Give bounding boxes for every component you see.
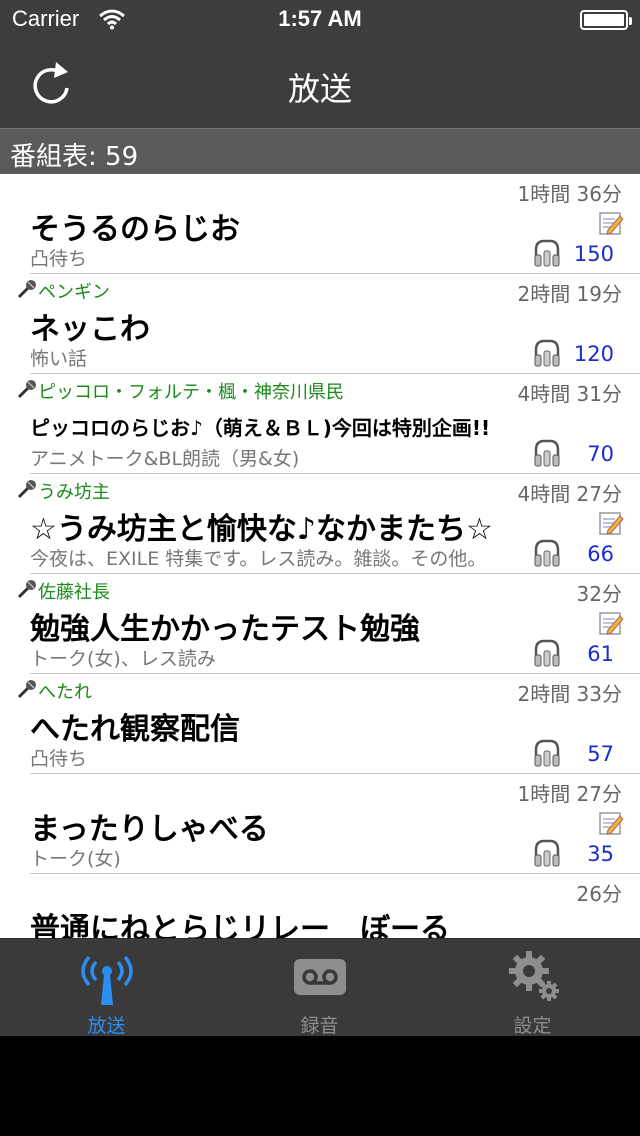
microphone-icon	[16, 478, 38, 500]
program-title: へたれ観察配信	[30, 712, 240, 747]
program-genre: トーク(女)、レス読み	[30, 648, 216, 670]
tab-bar: 放送 録音 設定	[0, 938, 640, 1037]
memo-icon	[598, 510, 624, 536]
tab-broadcast[interactable]: 放送	[0, 939, 213, 1037]
memo-icon	[598, 610, 624, 636]
memo-icon	[598, 310, 624, 336]
program-genre: 凸待ち	[30, 248, 88, 270]
program-row[interactable]: 1時間 36分 そうるのらじお 凸待ち 150	[0, 174, 640, 274]
listener-count: 150	[573, 242, 614, 266]
headphones-icon	[532, 338, 562, 368]
program-row[interactable]: 1時間 27分 まったりしゃべる トーク(女) 35	[0, 774, 640, 874]
tab-label: 録音	[300, 1015, 339, 1037]
listener-count: 57	[587, 742, 614, 766]
battery-icon	[580, 10, 632, 30]
broadcaster-name: ピッコロ・フォルテ・楓・神奈川県民	[38, 382, 344, 403]
section-header: 番組表: 59	[0, 128, 640, 174]
listener-count: 70	[587, 442, 614, 466]
duration-label: 2時間 33分	[517, 682, 622, 706]
program-row[interactable]: 26分 普通にねとらじリレー ぼーる	[0, 874, 640, 938]
microphone-icon	[16, 178, 38, 200]
tab-recording[interactable]: 録音	[213, 939, 426, 1037]
program-row[interactable]: へたれ 2時間 33分 へたれ観察配信 凸待ち 57	[0, 674, 640, 774]
home-area	[0, 1036, 640, 1136]
program-genre: 今夜は、EXILE 特集です。レス読み。雑談。その他。	[30, 548, 487, 570]
duration-label: 4時間 27分	[517, 482, 622, 506]
memo-icon	[598, 810, 624, 836]
duration-label: 32分	[576, 582, 622, 606]
headphones-icon	[532, 738, 562, 768]
program-genre: トーク(女)	[30, 848, 121, 870]
program-genre: 凸待ち	[30, 748, 88, 770]
headphones-icon	[532, 538, 562, 568]
microphone-icon	[16, 578, 38, 600]
broadcaster-name: うみ坊主	[38, 482, 110, 503]
tab-label: 放送	[87, 1015, 126, 1037]
microphone-icon	[16, 278, 38, 300]
clock: 1:57 AM	[278, 6, 362, 31]
status-bar: Carrier 1:57 AM	[0, 0, 640, 40]
microphone-icon	[16, 778, 38, 800]
memo-icon	[598, 210, 624, 236]
program-row[interactable]: うみ坊主 4時間 27分 ☆うみ坊主と愉快な♪なかまたち☆ 今夜は、EXILE …	[0, 474, 640, 574]
listener-count: 61	[587, 642, 614, 666]
broadcaster-name: へたれ	[38, 682, 92, 703]
microphone-icon	[16, 878, 38, 900]
program-title: ピッコロのらじお♪（萌え＆ＢＬ)今回は特別企画!!	[30, 416, 491, 440]
program-genre: 怖い話	[30, 348, 88, 370]
program-title: そうるのらじお	[30, 212, 240, 247]
microphone-icon	[16, 378, 38, 400]
microphone-icon	[16, 678, 38, 700]
headphones-icon	[532, 838, 562, 868]
page-title: 放送	[287, 70, 352, 108]
listener-count: 120	[573, 342, 614, 366]
program-title: 勉強人生かかったテスト勉強	[30, 612, 420, 647]
listener-count: 66	[587, 542, 614, 566]
gear-icon	[508, 951, 559, 1001]
program-title: ☆うみ坊主と愉快な♪なかまたち☆	[30, 512, 493, 547]
voicemail-icon	[293, 959, 346, 995]
broadcast-icon	[80, 955, 133, 1005]
memo-icon	[598, 410, 624, 436]
memo-icon	[598, 910, 624, 936]
program-row[interactable]: 佐藤社長 32分 勉強人生かかったテスト勉強 トーク(女)、レス読み 61	[0, 574, 640, 674]
headphones-icon	[532, 638, 562, 668]
tab-settings[interactable]: 設定	[426, 939, 639, 1037]
headphones-icon	[532, 238, 562, 268]
duration-label: 26分	[576, 882, 622, 906]
duration-label: 4時間 31分	[517, 382, 622, 406]
listener-count: 35	[587, 842, 614, 866]
navigation-bar: 放送	[0, 40, 640, 128]
program-title: 普通にねとらじリレー ぼーる	[30, 912, 450, 938]
headphones-icon	[532, 438, 562, 468]
program-row[interactable]: ピッコロ・フォルテ・楓・神奈川県民 4時間 31分 ピッコロのらじお♪（萌え＆Ｂ…	[0, 374, 640, 474]
program-list[interactable]: 1時間 36分 そうるのらじお 凸待ち 150 ペンギン 2時間 19分 ネッこ…	[0, 174, 640, 938]
broadcaster-name: ペンギン	[38, 282, 110, 303]
memo-icon	[598, 710, 624, 736]
program-row[interactable]: ペンギン 2時間 19分 ネッこわ 怖い話 120	[0, 274, 640, 374]
broadcaster-name: 佐藤社長	[38, 582, 110, 603]
program-title: ネッこわ	[30, 312, 150, 347]
duration-label: 1時間 36分	[517, 182, 622, 206]
program-title: まったりしゃべる	[30, 812, 269, 847]
tab-label: 設定	[513, 1015, 552, 1037]
duration-label: 1時間 27分	[517, 782, 622, 806]
duration-label: 2時間 19分	[517, 282, 622, 306]
program-genre: アニメトーク&BL朗読（男&女)	[30, 448, 300, 470]
